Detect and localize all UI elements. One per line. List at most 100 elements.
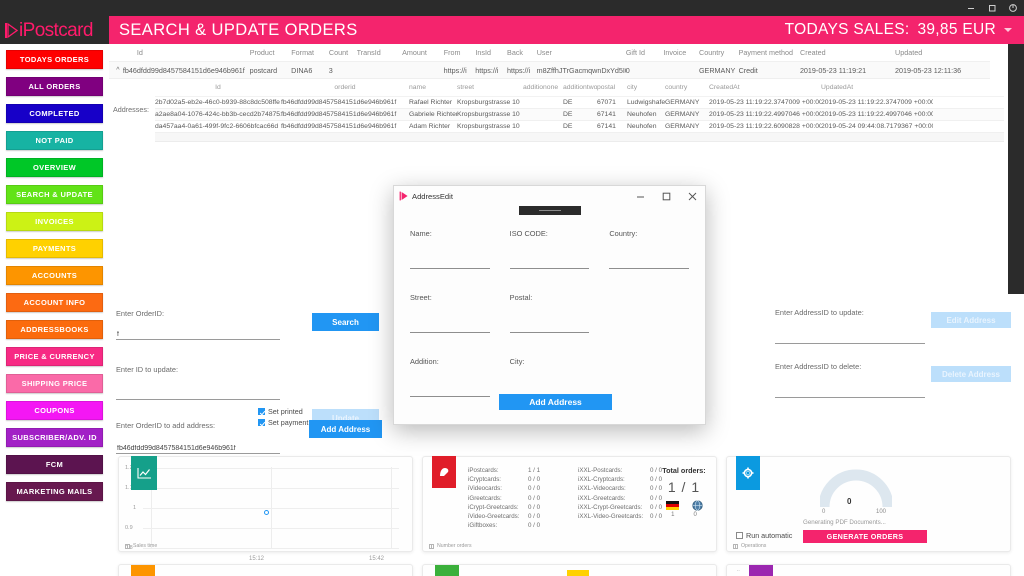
checkbox-icon[interactable] xyxy=(258,408,265,415)
partial-card[interactable]: .. xyxy=(726,564,1011,576)
sidebar-item-fcm[interactable]: FCM xyxy=(6,455,103,474)
gear-icon xyxy=(736,456,760,490)
search-button[interactable]: Search xyxy=(312,313,379,331)
update-id-label: Enter ID to update: xyxy=(116,365,391,374)
dialog-add-address-button[interactable]: Add Address xyxy=(499,394,612,410)
add-address-input[interactable] xyxy=(116,445,280,454)
column-header[interactable]: Format xyxy=(291,48,329,57)
sidebar-item-completed[interactable]: COMPLETED xyxy=(6,104,103,123)
edit-address-button[interactable]: Edit Address xyxy=(931,312,1011,328)
street-label: Street: xyxy=(410,293,490,302)
update-id-input[interactable] xyxy=(116,391,280,400)
table-cell: https://i xyxy=(475,66,507,75)
table-row[interactable]: da457aa4-0a61-499f-9fc2-6606bfcac66dfb46… xyxy=(155,121,1004,133)
header-right: TODAYS SALES: 39,85 EUR xyxy=(785,21,1012,39)
add-address-button[interactable]: Add Address xyxy=(309,420,382,438)
sidebar-item-addressbooks[interactable]: ADDRESSBOOKS xyxy=(6,320,103,339)
chevron-down-icon[interactable] xyxy=(1004,28,1012,32)
column-header[interactable]: TransId xyxy=(357,48,403,57)
addresses-section: Addresses: Idorderidnamestreetadditionon… xyxy=(109,79,1004,142)
column-header[interactable]: Back xyxy=(507,48,537,57)
maximize-icon[interactable] xyxy=(987,3,997,13)
column-header[interactable]: Invoice xyxy=(663,48,699,57)
brand-name: iPostcard xyxy=(19,21,93,40)
sidebar-item-todays-orders[interactable]: TODAYS ORDERS xyxy=(6,50,103,69)
country-field[interactable] xyxy=(609,261,689,269)
column-header[interactable]: city xyxy=(627,84,665,91)
column-header[interactable]: street xyxy=(457,84,523,91)
postal-field[interactable] xyxy=(510,325,590,333)
table-row[interactable]: a2ae8a04-1076-424c-bb3b-cecd2b748751fb46… xyxy=(155,109,1004,121)
delete-address-button[interactable]: Delete Address xyxy=(931,366,1011,382)
column-header[interactable]: Amount xyxy=(402,48,444,57)
sidebar-item-invoices[interactable]: INVOICES xyxy=(6,212,103,231)
table-cell: https://i xyxy=(444,66,476,75)
dialog-minimize-icon[interactable] xyxy=(627,186,653,206)
dialog-close-icon[interactable] xyxy=(679,186,705,206)
checkbox-icon[interactable] xyxy=(736,532,743,539)
sidebar-item-not-paid[interactable]: NOT PAID xyxy=(6,131,103,150)
dialog-maximize-icon[interactable] xyxy=(653,186,679,206)
column-header[interactable]: Product xyxy=(250,48,292,57)
table-row[interactable]: 2b7d02a5-eb2e-46c0-b939-88c8dc508ffefb46… xyxy=(155,97,1004,109)
column-header[interactable]: CreatedAt xyxy=(709,84,821,91)
delete-address-input[interactable] xyxy=(775,389,925,398)
product-name: iCrypt-Greetcards: xyxy=(468,503,528,512)
column-header[interactable]: Gift Id xyxy=(626,48,664,57)
run-automatic-checkbox-row[interactable]: Run automatic xyxy=(736,531,792,540)
edit-address-input[interactable] xyxy=(775,335,925,344)
column-header[interactable]: Updated xyxy=(895,48,990,57)
column-header[interactable]: Payment method xyxy=(739,48,800,57)
column-header[interactable]: postal xyxy=(597,84,627,91)
postal-label: Postal: xyxy=(510,293,590,302)
column-header[interactable]: Count xyxy=(329,48,357,57)
dialog-titlebar[interactable]: AddressEdit xyxy=(394,186,705,206)
generate-orders-button[interactable]: GENERATE ORDERS xyxy=(803,530,927,543)
column-header[interactable]: additiontwo xyxy=(563,84,597,91)
column-header[interactable]: UpdatedAt xyxy=(821,84,933,91)
order-id-input[interactable] xyxy=(116,331,280,340)
column-header[interactable]: InsId xyxy=(475,48,507,57)
partial-card[interactable] xyxy=(422,564,717,576)
list-item: iGreetcards:0 / 0 xyxy=(468,494,540,503)
sidebar-item-coupons[interactable]: COUPONS xyxy=(6,401,103,420)
gauge-value: 0 xyxy=(847,497,851,506)
column-header[interactable]: Id xyxy=(155,84,281,91)
table-cell: a2ae8a04-1076-424c-bb3b-cecd2b748751 xyxy=(155,111,281,118)
sidebar-item-all-orders[interactable]: ALL ORDERS xyxy=(6,77,103,96)
sidebar-item-accounts[interactable]: ACCOUNTS xyxy=(6,266,103,285)
column-header[interactable]: country xyxy=(665,84,709,91)
sidebar-item-payments[interactable]: PAYMENTS xyxy=(6,239,103,258)
column-header[interactable]: name xyxy=(409,84,457,91)
addition-field[interactable] xyxy=(410,389,490,397)
sidebar-item-marketing-mails[interactable]: MARKETING MAILS xyxy=(6,482,103,501)
product-name: iXXL-Video-Greetcards: xyxy=(578,512,650,521)
sidebar-item-account-info[interactable]: ACCOUNT INFO xyxy=(6,293,103,312)
list-item: iXXL-Postcards:0 / 0 xyxy=(578,466,662,475)
column-header[interactable]: Id xyxy=(123,48,250,57)
column-header[interactable]: orderid xyxy=(281,84,409,91)
sidebar-item-overview[interactable]: OVERVIEW xyxy=(6,158,103,177)
column-header[interactable]: Created xyxy=(800,48,895,57)
sidebar-item-subscriber-adv-id[interactable]: SUBSCRIBER/ADV. ID xyxy=(6,428,103,447)
minimize-icon[interactable] xyxy=(966,3,976,13)
set-printed-checkbox-row[interactable]: Set printed xyxy=(258,407,308,416)
sidebar-item-price-currency[interactable]: PRICE & CURRENCY xyxy=(6,347,103,366)
column-header[interactable]: From xyxy=(444,48,476,57)
column-header[interactable]: Country xyxy=(699,48,739,57)
name-field[interactable] xyxy=(410,261,490,269)
column-header[interactable]: User xyxy=(537,48,626,57)
sidebar-item-search-update[interactable]: SEARCH & UPDATE xyxy=(6,185,103,204)
sidebar-item-label: ACCOUNT INFO xyxy=(24,298,86,307)
column-header[interactable]: additionone xyxy=(523,84,563,91)
table-cell: Gabriele Richter xyxy=(409,111,457,118)
sidebar-item-shipping-price[interactable]: SHIPPING PRICE xyxy=(6,374,103,393)
street-field[interactable] xyxy=(410,325,490,333)
expand-row-icon[interactable]: ^ xyxy=(113,67,123,74)
table-row[interactable]: ^fb46dfdd99d8457584151d6e946b961fpostcar… xyxy=(109,62,990,79)
partial-card[interactable] xyxy=(118,564,413,576)
iso-code-field[interactable] xyxy=(510,261,590,269)
close-icon[interactable] xyxy=(1008,3,1018,13)
product-count: 1 / 1 xyxy=(528,466,540,475)
addresses-grid-footer xyxy=(155,133,1004,142)
